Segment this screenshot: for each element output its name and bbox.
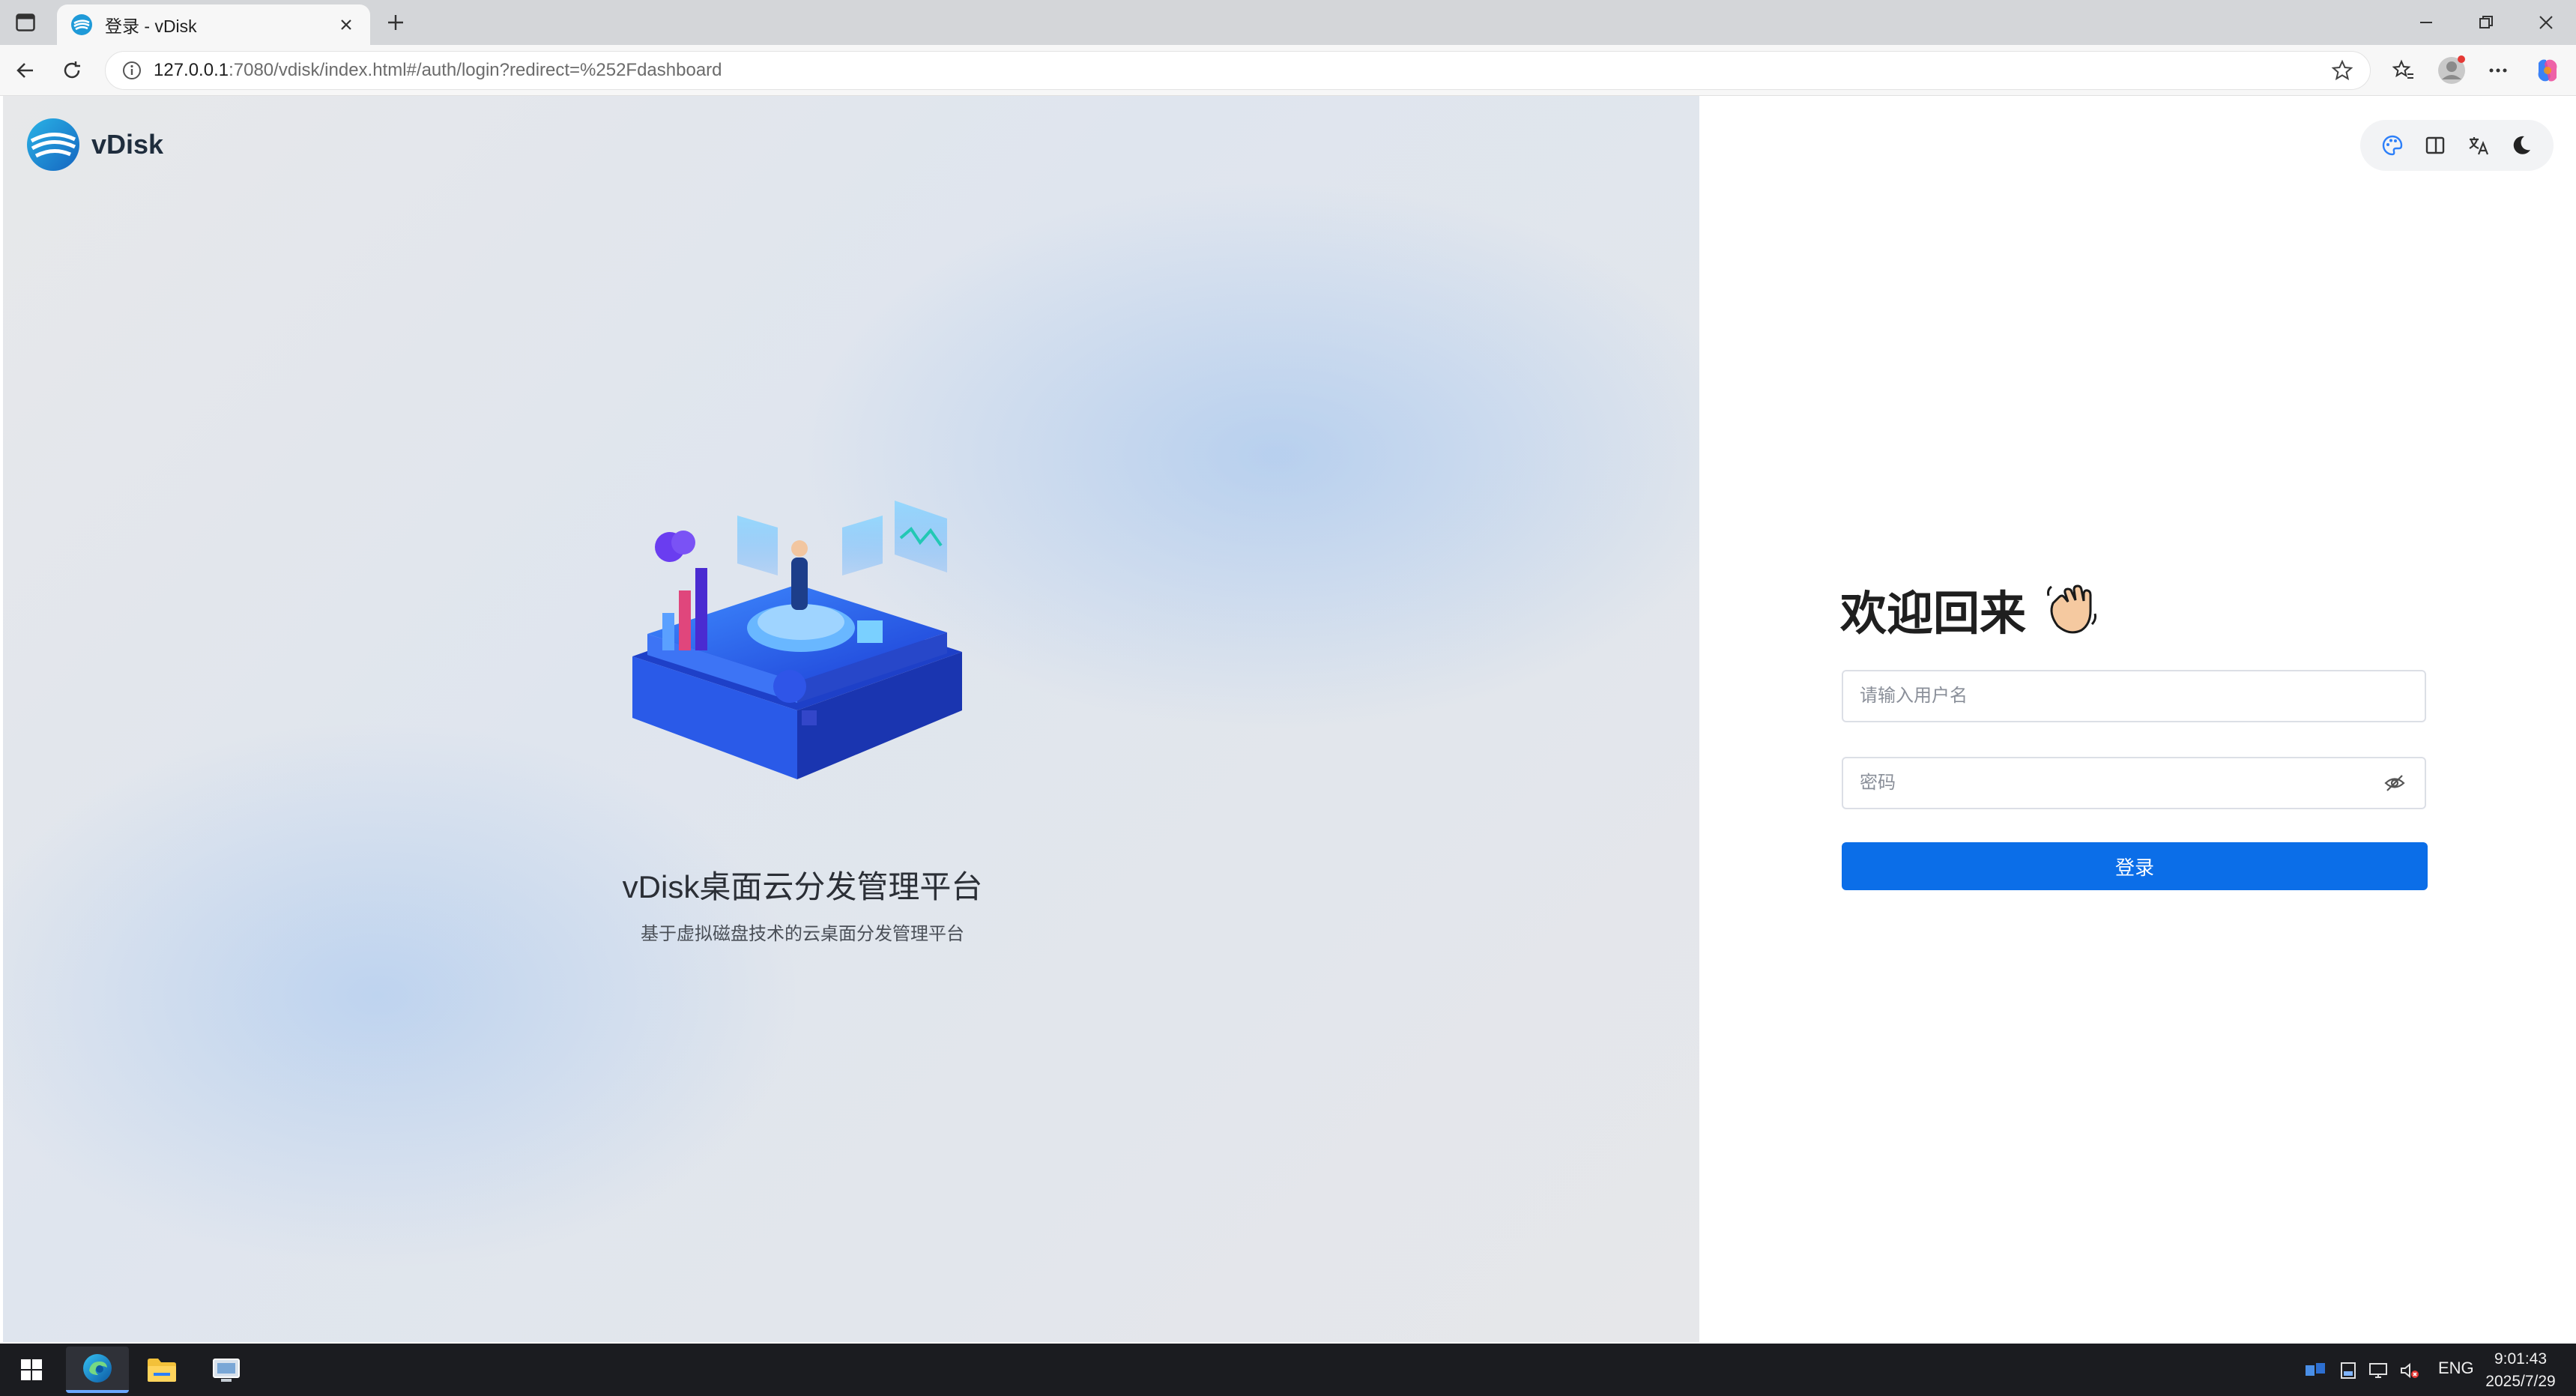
more-icon[interactable] [2483,55,2513,85]
welcome-text: 欢迎回来 [1840,588,2027,640]
brand-name: vDisk [91,129,164,160]
welcome-heading: 欢迎回来 [1840,575,2099,643]
waving-hand-icon [2047,584,2097,634]
clock[interactable]: 9:01:43 2025/7/29 [2473,1348,2569,1393]
translate-icon[interactable] [2464,130,2494,160]
network-app-tray-icon[interactable] [2303,1359,2327,1383]
taskbar: ENG 9:01:43 2025/7/29 [0,1344,2576,1396]
explorer-icon[interactable] [130,1347,193,1393]
hero-subtitle: 基于虚拟磁盘技术的云桌面分发管理平台 [641,924,964,944]
username-input[interactable] [1860,686,2408,707]
copilot-icon[interactable] [2533,55,2563,85]
clock-time: 9:01:43 [2494,1350,2548,1368]
input-language[interactable]: ENG [2438,1359,2474,1378]
network-icon[interactable] [2366,1359,2390,1383]
close-window-icon[interactable] [2531,9,2561,36]
login-panel: 欢迎回来 登录 [1699,96,2576,1342]
login-button[interactable]: 登录 [1842,842,2428,890]
layout-icon[interactable] [2420,130,2450,160]
url-host: 127.0.0.1 [154,60,229,80]
back-icon[interactable] [10,55,40,85]
eye-off-icon[interactable] [2381,770,2408,797]
brand-logo-icon [27,118,79,171]
storage-tray-icon[interactable] [2336,1359,2360,1383]
sidebar-toggle-icon[interactable] [13,10,37,34]
profile-icon[interactable] [2437,55,2467,85]
restore-icon[interactable] [2471,9,2501,36]
password-field[interactable] [1842,757,2426,809]
favorites-icon[interactable] [2389,55,2419,85]
windows-start-icon[interactable] [0,1347,63,1393]
url-path: :7080/vdisk/index.html#/auth/login?redir… [229,60,722,80]
star-icon[interactable] [2331,59,2353,82]
brand[interactable]: vDisk [25,117,163,172]
volume-muted-icon[interactable] [2398,1359,2422,1383]
page: vDisk vDisk桌面云分发管理平台 基于虚拟磁盘技术的云桌面分发管理平台 … [0,96,2576,1344]
tab-title: 登录 - vDisk [105,16,197,36]
reload-icon[interactable] [57,55,87,85]
app-icon[interactable] [195,1347,258,1393]
toolbar-group [2360,120,2554,171]
address-bar[interactable]: 127.0.0.1:7080/vdisk/index.html#/auth/lo… [105,51,2371,90]
cloud-platform-illustration [632,501,962,779]
browser-toolbar: 127.0.0.1:7080/vdisk/index.html#/auth/lo… [0,45,2576,96]
plus-icon[interactable] [382,9,409,36]
username-field[interactable] [1842,670,2426,722]
clock-date: 2025/7/29 [2485,1373,2556,1390]
hero-title: vDisk桌面云分发管理平台 [622,869,983,904]
browser-tab-bar: 登录 - vDisk [0,0,2576,45]
info-icon[interactable] [122,61,142,80]
palette-icon[interactable] [2377,130,2407,160]
hero-panel: vDisk vDisk桌面云分发管理平台 基于虚拟磁盘技术的云桌面分发管理平台 [3,96,1699,1342]
active-tab[interactable]: 登录 - vDisk [57,4,370,45]
password-input[interactable] [1860,773,2381,794]
close-icon[interactable] [336,14,357,35]
url-text[interactable]: 127.0.0.1:7080/vdisk/index.html#/auth/lo… [154,60,2331,81]
tab-favicon [71,14,92,35]
minimize-icon[interactable] [2411,9,2441,36]
edge-icon[interactable] [66,1347,129,1393]
moon-icon[interactable] [2506,130,2536,160]
